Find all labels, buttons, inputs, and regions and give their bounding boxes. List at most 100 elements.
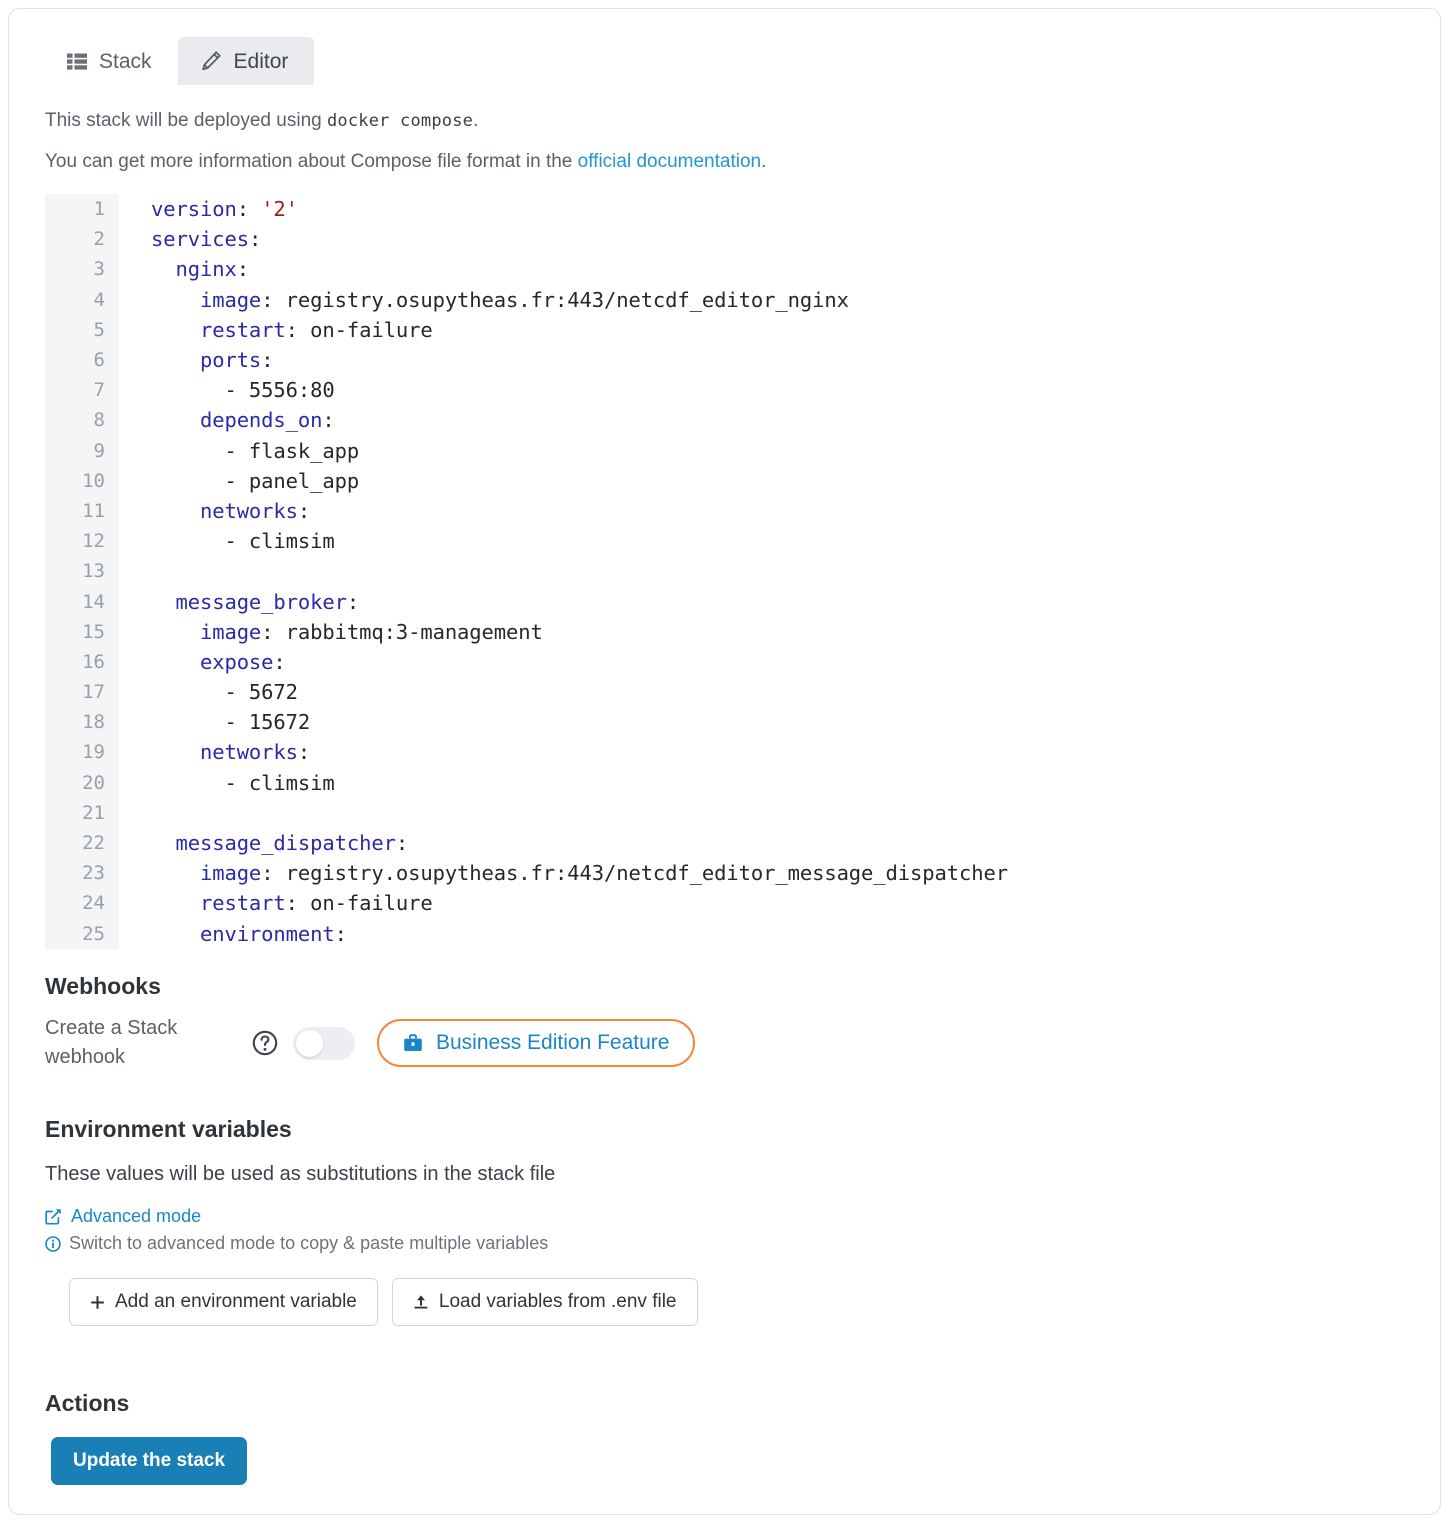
- code-line: 10 - panel_app: [45, 466, 1405, 496]
- line-number: 20: [82, 771, 105, 794]
- update-the-stack-button[interactable]: Update the stack: [51, 1437, 248, 1485]
- line-number: 5: [93, 318, 105, 341]
- code-line: 20 - climsim: [45, 768, 1405, 798]
- line-number: 24: [82, 892, 105, 915]
- create-webhook-label: Create a Stack webhook: [45, 1017, 178, 1068]
- actions-heading: Actions: [45, 1390, 130, 1416]
- line-number: 2: [93, 228, 105, 251]
- line-number: 14: [82, 590, 105, 613]
- line-content: environment:: [199, 921, 347, 946]
- line-number: 8: [93, 409, 105, 432]
- business-edition-badge[interactable]: Business Edition Feature: [377, 1019, 696, 1067]
- line-number: 25: [82, 922, 105, 945]
- docker-compose-code: docker compose: [326, 111, 474, 131]
- line-content: message_broker:: [175, 589, 360, 614]
- compose-info-note: You can get more information about Compo…: [45, 148, 1404, 177]
- line-content: nginx:: [175, 257, 249, 282]
- deploy-note-prefix: This stack will be deployed using: [45, 110, 322, 131]
- code-line: 19 networks:: [45, 737, 1405, 767]
- yaml-code-editor[interactable]: 1 version: '2' 2 services: 3 nginx: 4 image: …: [45, 194, 1405, 949]
- load-env-file-button[interactable]: Load variables from .env file: [391, 1278, 698, 1326]
- code-line: 14 message_broker:: [45, 586, 1405, 616]
- stack-editor-card: Stack Editor This stack will be deployed…: [8, 8, 1441, 1515]
- code-line: 18 - 15672: [45, 707, 1405, 737]
- line-number: 19: [82, 741, 105, 764]
- compose-info-prefix: You can get more information about Compo…: [45, 150, 573, 172]
- tab-editor-label: Editor: [233, 49, 289, 73]
- line-content: - 15672: [151, 710, 311, 735]
- line-number: 1: [93, 198, 105, 221]
- line-number: 18: [82, 711, 105, 734]
- code-content[interactable]: 1 version: '2' 2 services: 3 nginx: 4 image: …: [45, 194, 1405, 949]
- code-line: 2 services:: [45, 224, 1405, 254]
- compose-info-suffix: .: [761, 150, 767, 172]
- code-line: 11 networks:: [45, 496, 1405, 526]
- editor-intro: This stack will be deployed using docker…: [9, 85, 1440, 176]
- code-line: 7 - 5556:80: [45, 375, 1405, 405]
- pencil-icon: [200, 50, 222, 72]
- line-content: restart: on-failure: [199, 891, 433, 916]
- line-number: 6: [93, 349, 105, 372]
- load-env-file-label: Load variables from .env file: [438, 1291, 677, 1312]
- code-line: 22 message_dispatcher:: [45, 828, 1405, 858]
- line-content: message_dispatcher:: [175, 831, 409, 856]
- line-content: image: registry.osupytheas.fr:443/netcdf…: [199, 861, 1008, 886]
- webhook-row: Create a Stack webhook Business Edition …: [9, 1000, 1440, 1072]
- line-content: image: rabbitmq:3-management: [199, 619, 543, 644]
- tab-stack[interactable]: Stack: [45, 37, 178, 85]
- line-content: - climsim: [151, 770, 335, 795]
- code-line: 4 image: registry.osupytheas.fr:443/netc…: [45, 285, 1405, 315]
- briefcase-icon: [403, 1033, 423, 1053]
- environment-variables-section: Environment variables These values will …: [9, 1072, 1440, 1326]
- advanced-mode-link[interactable]: Advanced mode: [9, 1186, 1440, 1227]
- line-number: 21: [82, 801, 105, 824]
- line-number: 13: [82, 560, 105, 583]
- plus-icon: [90, 1295, 105, 1310]
- line-number: 9: [93, 439, 105, 462]
- line-number: 23: [82, 862, 105, 885]
- code-line: 1 version: '2': [45, 194, 1405, 224]
- code-line: 24 restart: on-failure: [45, 888, 1405, 918]
- line-content: services:: [151, 227, 262, 252]
- question-circle-icon[interactable]: [251, 1029, 279, 1057]
- code-line: 6 ports:: [45, 345, 1405, 375]
- upload-icon: [413, 1294, 429, 1311]
- code-line: 13: [45, 556, 1405, 586]
- line-content: - 5672: [151, 680, 298, 705]
- code-line: 25 environment:: [45, 919, 1405, 949]
- add-environment-variable-button[interactable]: Add an environment variable: [69, 1278, 378, 1326]
- code-line: 15 image: rabbitmq:3-management: [45, 617, 1405, 647]
- tab-bar: Stack Editor: [9, 9, 1440, 85]
- webhook-toggle[interactable]: [293, 1026, 355, 1060]
- line-content: - climsim: [151, 529, 335, 554]
- line-number: 10: [82, 469, 105, 492]
- env-description: These values will be used as substitutio…: [45, 1163, 556, 1185]
- info-circle-icon: [45, 1235, 61, 1252]
- line-number: 17: [82, 681, 105, 704]
- deploy-note-suffix: .: [473, 110, 479, 131]
- line-number: 12: [82, 530, 105, 553]
- line-number: 7: [93, 379, 105, 402]
- code-line: 21: [45, 798, 1405, 828]
- code-line: 3 nginx:: [45, 254, 1405, 284]
- code-line: 23 image: registry.osupytheas.fr:443/net…: [45, 858, 1405, 888]
- line-content: - 5556:80: [151, 378, 335, 403]
- line-content: - panel_app: [151, 468, 360, 493]
- tab-editor[interactable]: Editor: [177, 37, 315, 85]
- official-documentation-link[interactable]: official documentation: [578, 151, 761, 172]
- line-number: 11: [82, 499, 105, 522]
- webhooks-section: Webhooks Create a Stack webhook Business…: [9, 949, 1440, 1072]
- deploy-note: This stack will be deployed using docker…: [45, 107, 1404, 136]
- line-number: 4: [93, 288, 105, 311]
- toggle-knob: [296, 1029, 323, 1057]
- line-content: ports:: [199, 348, 274, 373]
- edit-square-icon: [45, 1208, 62, 1225]
- advanced-mode-hint: Switch to advanced mode to copy & paste …: [9, 1227, 1440, 1254]
- code-line: 9 - flask_app: [45, 436, 1405, 466]
- webhooks-heading: Webhooks: [45, 973, 161, 999]
- line-content: networks:: [199, 740, 311, 765]
- line-number: 3: [93, 258, 105, 281]
- add-environment-variable-label: Add an environment variable: [115, 1291, 357, 1312]
- line-content: restart: on-failure: [199, 317, 433, 342]
- code-line: 12 - climsim: [45, 526, 1405, 556]
